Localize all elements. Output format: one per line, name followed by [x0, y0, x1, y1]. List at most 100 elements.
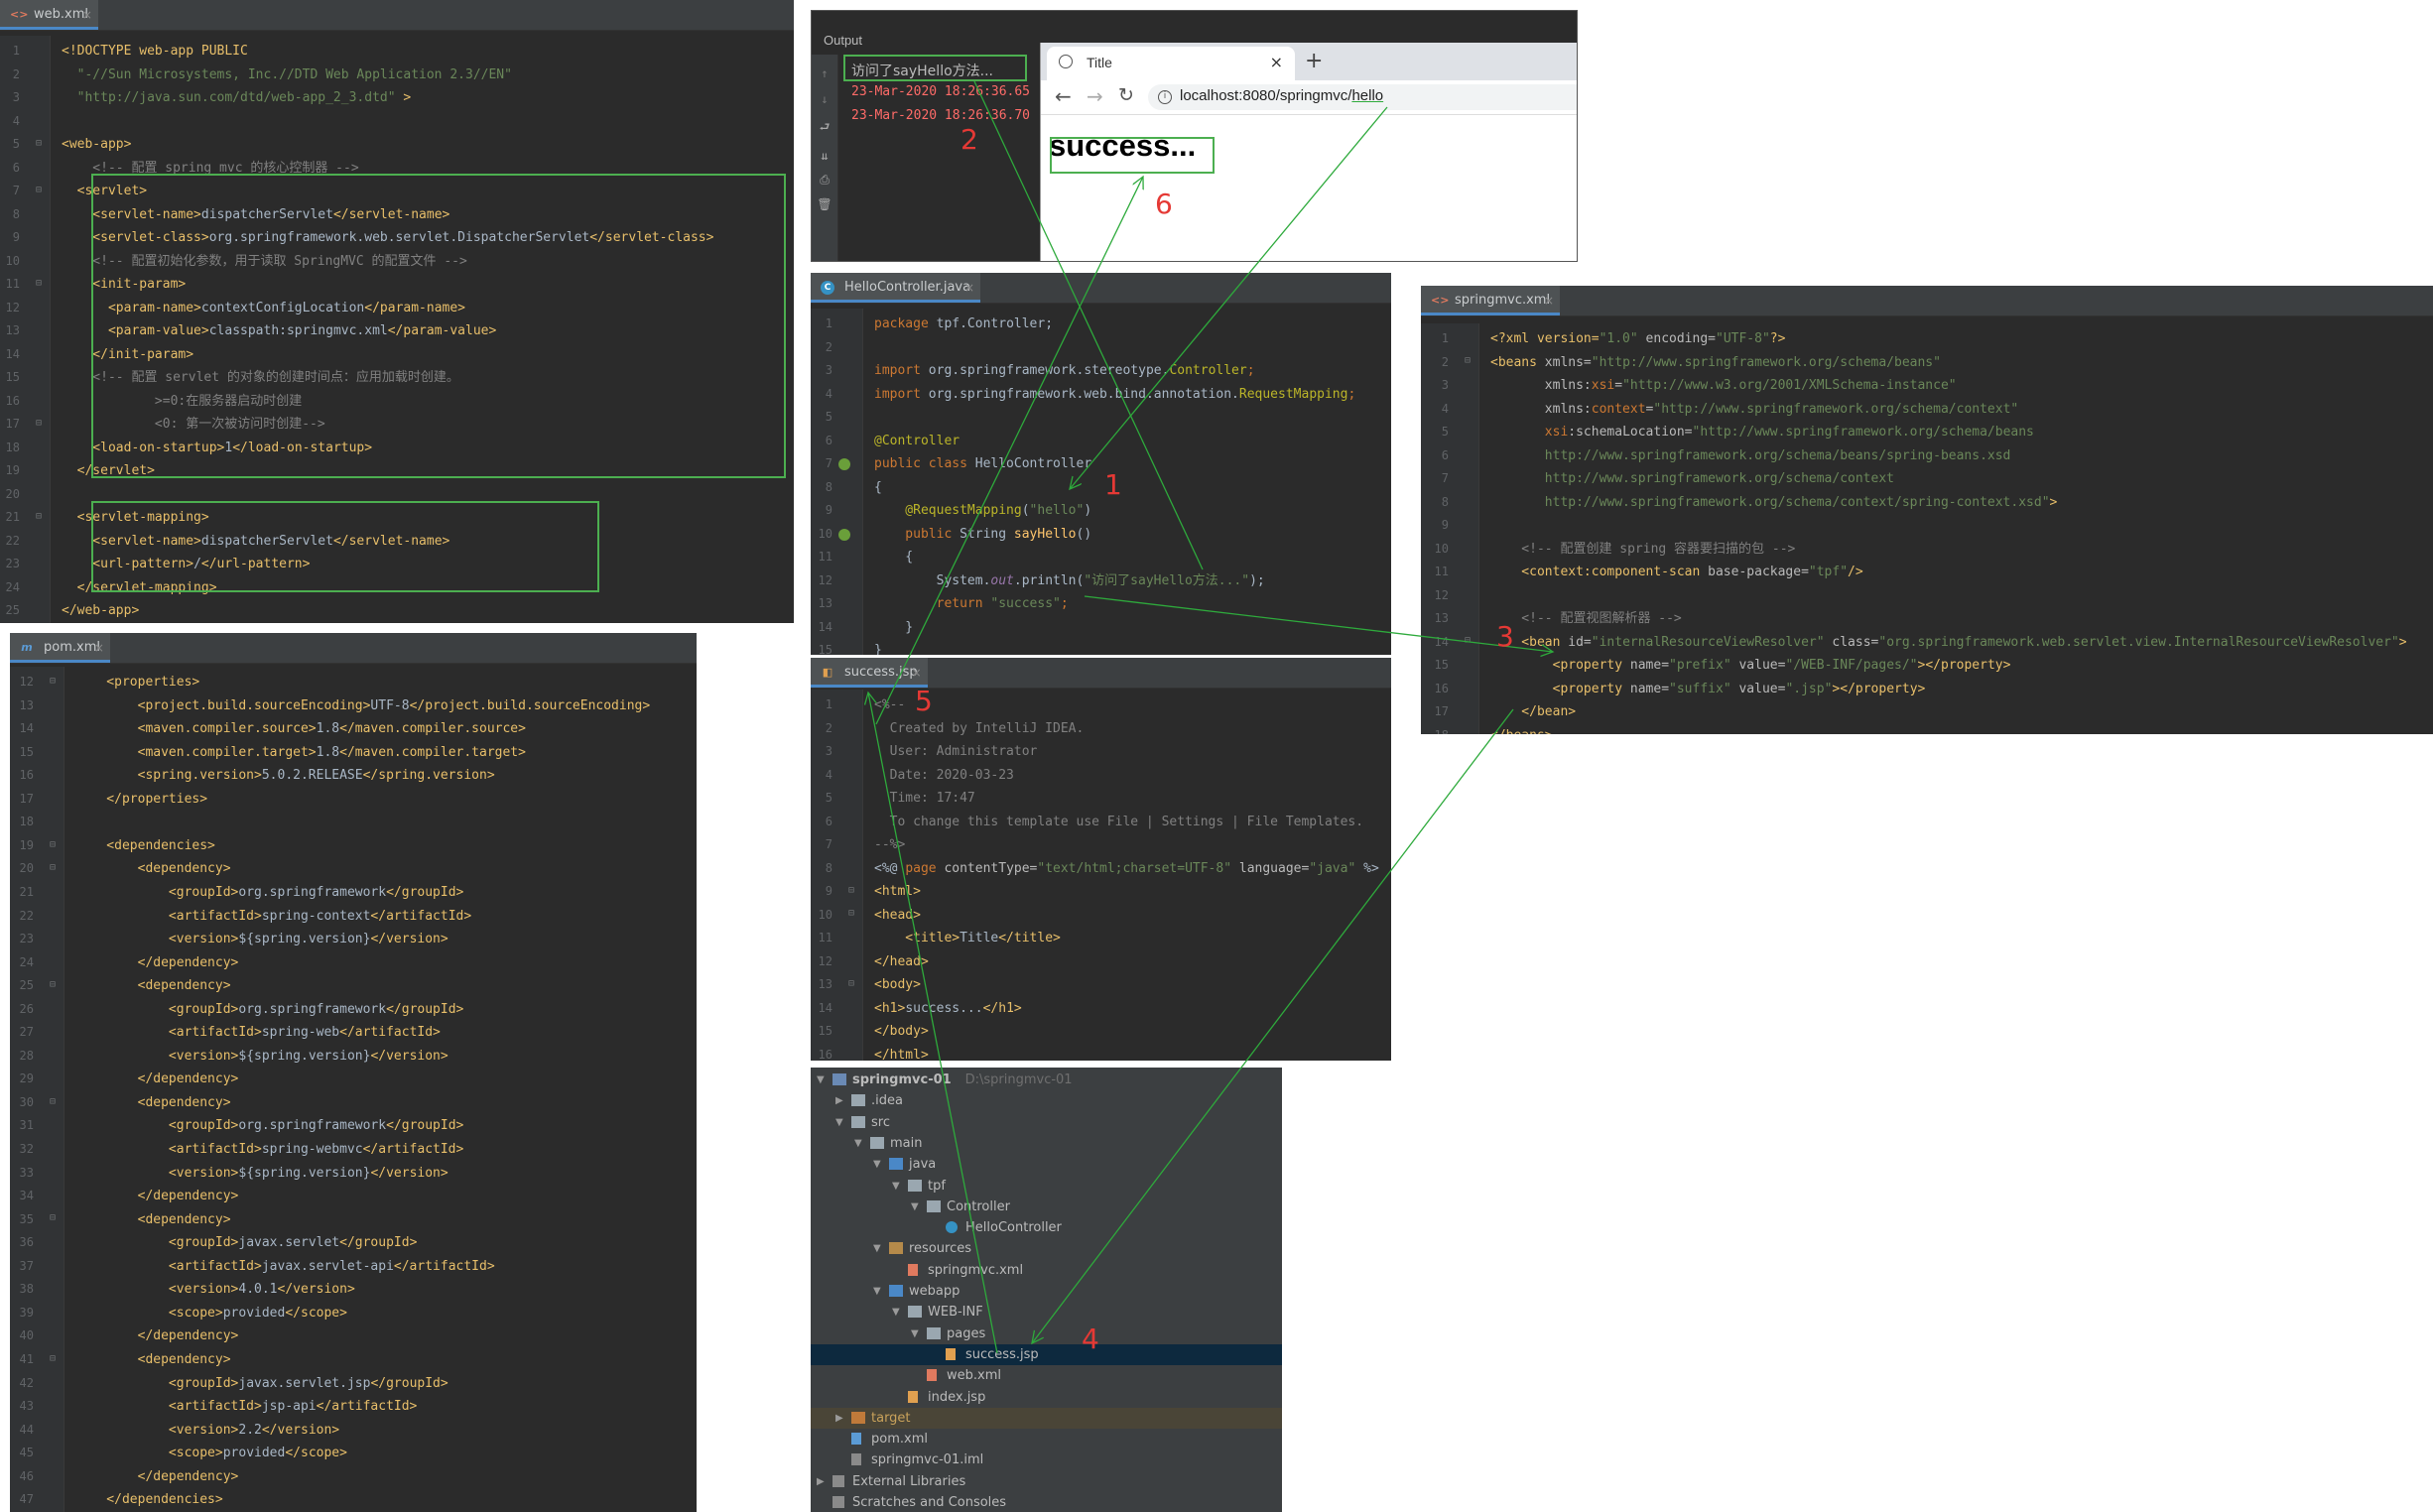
code-line[interactable]: </beans> — [1490, 724, 1553, 735]
collapsed-arrow-icon[interactable]: ▶ — [835, 1090, 843, 1111]
tree-item-external-libraries[interactable]: ▶ External Libraries — [811, 1471, 1282, 1492]
expanded-arrow-icon[interactable]: ▼ — [873, 1154, 881, 1175]
tree-item-webapp[interactable]: ▼ webapp — [811, 1281, 1282, 1302]
code-line[interactable]: >=0:在服务器启动时创建 — [62, 390, 302, 414]
code-line[interactable]: <version>4.0.1</version> — [75, 1278, 355, 1302]
code-line[interactable]: <!-- 配置 servlet 的对象的创建时间点：应用加载时创建。 — [62, 366, 459, 390]
code-area[interactable]: 1 package tpf.Controller; 2 3 import org.spr… — [811, 309, 1391, 655]
expanded-arrow-icon[interactable]: ▼ — [892, 1176, 900, 1197]
code-line[interactable]: <artifactId>spring-webmvc</artifactId> — [75, 1138, 463, 1162]
fold-marker-icon[interactable]: ⊟ — [50, 839, 56, 850]
code-line[interactable]: <servlet-class>org.springframework.web.s… — [62, 226, 713, 250]
code-line[interactable]: </dependencies> — [75, 1488, 222, 1512]
expanded-arrow-icon[interactable]: ▼ — [817, 1070, 825, 1090]
code-line[interactable]: <dependency> — [75, 974, 231, 998]
code-line[interactable]: "http://java.sun.com/dtd/web-app_2_3.dtd… — [62, 86, 412, 110]
code-line[interactable]: </body> — [874, 1020, 929, 1044]
code-line[interactable]: <servlet-mapping> — [62, 506, 209, 530]
code-area[interactable]: 12 ⊟ <properties> 13 <project.build.source… — [10, 667, 697, 1512]
new-tab-icon[interactable]: + — [1305, 49, 1323, 73]
wrap-icon[interactable]: ⮐ — [812, 118, 837, 139]
tab-pomxml[interactable]: m pom.xml × — [10, 633, 110, 663]
code-line[interactable]: @Controller — [874, 430, 960, 453]
back-icon[interactable]: ← — [1055, 84, 1072, 108]
code-line[interactable]: <groupId>org.springframework</groupId> — [75, 1114, 463, 1138]
code-line[interactable]: <groupId>javax.servlet.jsp</groupId> — [75, 1372, 448, 1396]
address-bar[interactable]: i localhost:8080/springmvc/hello — [1148, 84, 1577, 110]
code-line[interactable]: </web-app> — [62, 599, 139, 623]
code-line[interactable]: <!-- 配置 spring mvc 的核心控制器 --> — [62, 157, 358, 181]
tree-item-web-xml[interactable]: web.xml — [811, 1365, 1282, 1386]
tab-springmvcxml[interactable]: <> springmvc.xml × — [1421, 286, 1561, 315]
expanded-arrow-icon[interactable]: ▼ — [911, 1323, 919, 1344]
code-line[interactable]: <artifactId>spring-web</artifactId> — [75, 1021, 441, 1045]
tree-item-tpf[interactable]: ▼ tpf — [811, 1176, 1282, 1197]
code-line[interactable]: <init-param> — [62, 273, 186, 297]
spring-bean-gutter-icon[interactable] — [838, 458, 850, 470]
code-line[interactable]: </bean> — [1490, 700, 1576, 724]
code-line[interactable]: <context:component-scan base-package="tp… — [1490, 561, 1862, 584]
tree-item-resources[interactable]: ▼ resources — [811, 1238, 1282, 1259]
webxml-editor[interactable]: <> web.xml × 1 <!DOCTYPE web-app PUBLIC 2 "-… — [0, 0, 794, 623]
code-line[interactable]: <!-- 配置初始化参数，用于读取 SpringMVC 的配置文件 --> — [62, 250, 467, 274]
tree-item-target[interactable]: ▶ target — [811, 1407, 1282, 1429]
close-tab-icon[interactable]: × — [94, 633, 104, 663]
code-line[interactable]: <param-value>classpath:springmvc.xml</pa… — [62, 319, 496, 343]
code-line[interactable]: <groupId>javax.servlet</groupId> — [75, 1231, 418, 1255]
code-line[interactable]: <groupId>org.springframework</groupId> — [75, 881, 463, 905]
fold-marker-icon[interactable]: ⊟ — [36, 278, 42, 289]
code-line[interactable]: <property name="prefix" value="/WEB-INF/… — [1490, 654, 2011, 678]
code-line[interactable]: <version>2.2</version> — [75, 1419, 339, 1443]
code-line[interactable]: </dependency> — [75, 1324, 239, 1348]
close-tab-icon[interactable]: × — [1544, 286, 1554, 315]
tree-item-springmvc-01[interactable]: ▼ springmvc-01 D:\springmvc-01 — [811, 1070, 1282, 1090]
tab-hellocontroller[interactable]: C HelloController.java × — [811, 273, 981, 303]
code-line[interactable]: { — [874, 546, 913, 569]
fold-marker-icon[interactable]: ⊟ — [36, 511, 42, 522]
code-line[interactable]: <0: 第一次被访问时创建--> — [62, 413, 325, 437]
close-tab-icon[interactable]: × — [1270, 53, 1283, 71]
code-line[interactable]: </dependency> — [75, 951, 239, 975]
code-line[interactable]: <!-- 配置视图解析器 --> — [1490, 607, 1681, 631]
code-line[interactable]: <groupId>org.springframework</groupId> — [75, 998, 463, 1022]
successjsp-editor[interactable]: ◧ success.jsp × 1 <%-- 2 Created by IntelliJ… — [811, 658, 1391, 1061]
info-icon[interactable]: i — [1158, 90, 1172, 104]
code-line[interactable]: xsi:schemaLocation="http://www.springfra… — [1490, 421, 2034, 444]
code-line[interactable]: "-//Sun Microsystems, Inc.//DTD Web Appl… — [62, 63, 512, 87]
code-line[interactable]: <scope>provided</scope> — [75, 1302, 347, 1325]
code-line[interactable]: Date: 2020-03-23 — [874, 764, 1014, 788]
code-line[interactable]: <body> — [874, 973, 921, 997]
code-line[interactable]: <url-pattern>/</url-pattern> — [62, 553, 310, 576]
code-line[interactable]: <version>${spring.version}</version> — [75, 1162, 448, 1186]
code-line[interactable]: public class HelloController — [874, 452, 1091, 476]
code-line[interactable]: Time: 17:47 — [874, 787, 975, 811]
code-line[interactable]: <version>${spring.version}</version> — [75, 928, 448, 951]
browser-tab[interactable]: Title × — [1047, 47, 1295, 80]
code-line[interactable]: } — [874, 616, 913, 640]
tree-item-controller[interactable]: ▼ Controller — [811, 1197, 1282, 1217]
code-line[interactable]: <dependency> — [75, 1208, 231, 1232]
code-line[interactable]: System.out.println("访问了sayHello方法..."); — [874, 569, 1265, 593]
code-line[interactable]: <beans xmlns="http://www.springframework… — [1490, 351, 1941, 375]
code-line[interactable]: } — [874, 639, 882, 655]
code-line[interactable]: <properties> — [75, 671, 199, 694]
code-line[interactable]: <!DOCTYPE web-app PUBLIC — [62, 40, 248, 63]
code-line[interactable]: </dependency> — [75, 1185, 239, 1208]
code-line[interactable]: <title>Title</title> — [874, 927, 1061, 950]
browser-window[interactable]: Title × + ← → ↻ i localhost:8080/springm… — [1040, 43, 1577, 261]
code-line[interactable]: <%-- — [874, 693, 905, 717]
code-line[interactable]: <artifactId>spring-context</artifactId> — [75, 905, 471, 929]
pomxml-editor[interactable]: m pom.xml × 12 ⊟ <properties> 13 <project.bu… — [10, 633, 697, 1512]
project-tree[interactable]: ▼ springmvc-01 D:\springmvc-01 ▶ .idea ▼ src ▼ m… — [811, 1068, 1282, 1512]
print-icon[interactable]: ⎙ — [812, 173, 837, 188]
expanded-arrow-icon[interactable]: ▼ — [892, 1302, 900, 1323]
fold-marker-icon[interactable]: ⊟ — [848, 978, 854, 989]
code-line[interactable]: <artifactId>jsp-api</artifactId> — [75, 1395, 417, 1419]
tab-webxml[interactable]: <> web.xml × — [0, 0, 98, 30]
code-line[interactable]: http://www.springframework.org/schema/co… — [1490, 491, 2058, 515]
code-line[interactable]: </init-param> — [62, 343, 193, 367]
fold-marker-icon[interactable]: ⊟ — [50, 1096, 56, 1107]
code-line[interactable]: http://www.springframework.org/schema/co… — [1490, 467, 1894, 491]
code-line[interactable]: import org.springframework.stereotype.Co… — [874, 359, 1255, 383]
code-line[interactable]: </servlet> — [62, 459, 155, 483]
